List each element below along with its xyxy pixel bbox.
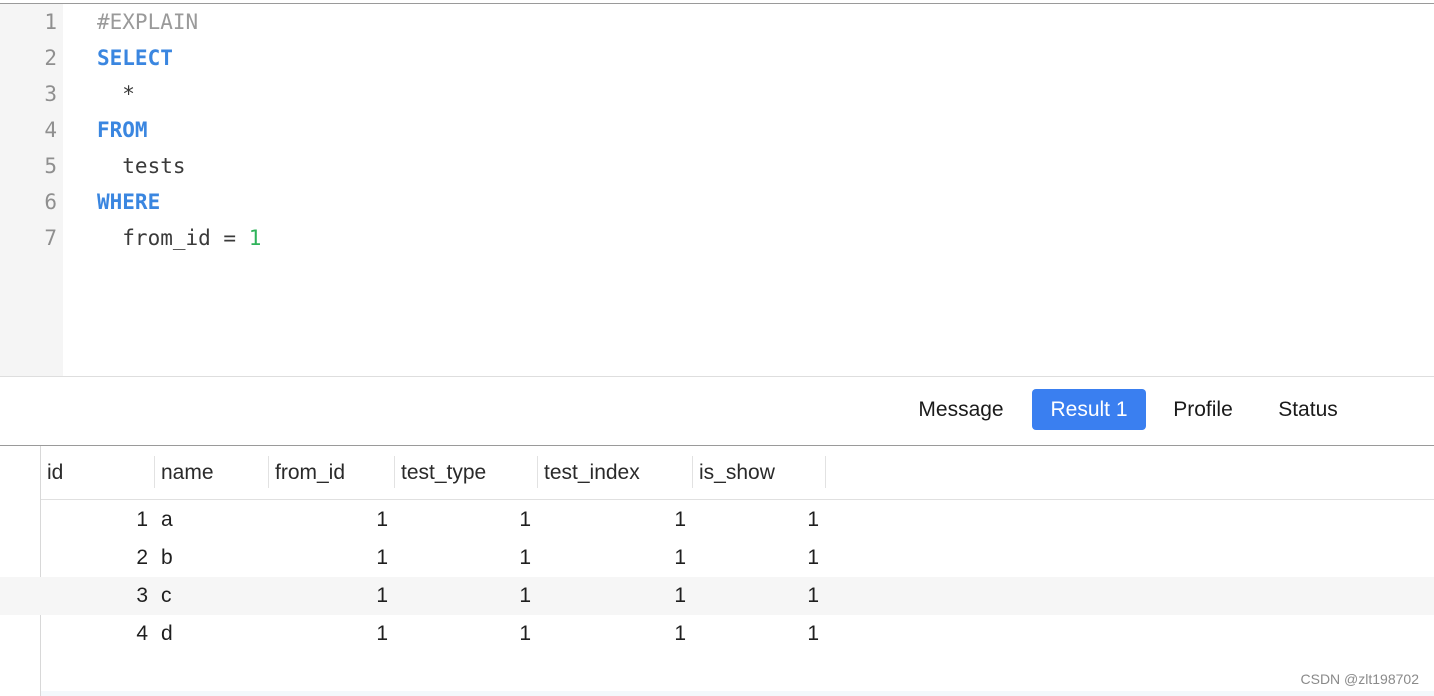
cell-name[interactable]: d (155, 615, 268, 653)
code-line[interactable]: #EXPLAIN (97, 4, 198, 40)
column-header-from-id[interactable]: from_id (269, 446, 394, 499)
cell-test-type[interactable]: 1 (395, 615, 531, 653)
tab-result-1[interactable]: Result 1 (1032, 389, 1146, 430)
sql-keyword-token: WHERE (97, 190, 161, 214)
cell-test-index[interactable]: 1 (538, 539, 686, 577)
cell-id[interactable]: 3 (41, 577, 148, 615)
line-number: 1 (44, 10, 57, 34)
cell-is-show[interactable]: 1 (693, 539, 819, 577)
code-line[interactable]: from_id = 1 (97, 220, 261, 256)
watermark: CSDN @zlt198702 (1300, 671, 1420, 687)
table-row[interactable]: 2b1111 (0, 539, 1434, 577)
cell-test-type[interactable]: 1 (395, 539, 531, 577)
sql-keyword-token: FROM (97, 118, 148, 142)
tab-profile[interactable]: Profile (1156, 389, 1250, 430)
result-tabs-bar: Message Result 1 Profile Status (0, 377, 1434, 445)
cell-id[interactable]: 4 (41, 615, 148, 653)
cell-name[interactable]: a (155, 501, 268, 539)
sql-comment-token: #EXPLAIN (97, 10, 199, 34)
cell-name[interactable]: b (155, 539, 268, 577)
line-number: 6 (44, 190, 57, 214)
cell-is-show[interactable]: 1 (693, 615, 819, 653)
cell-from-id[interactable]: 1 (269, 539, 388, 577)
grid-header-row: id name from_id test_type test_index is_… (41, 446, 1434, 500)
line-number: 4 (44, 118, 57, 142)
sql-ident-token: from_id = (97, 226, 249, 250)
code-line[interactable]: FROM (97, 112, 148, 148)
table-row[interactable]: 3c1111 (0, 577, 1434, 615)
line-number: 3 (44, 82, 57, 106)
cell-test-index[interactable]: 1 (538, 501, 686, 539)
cell-test-type[interactable]: 1 (395, 501, 531, 539)
code-line[interactable]: tests (97, 148, 186, 184)
column-header-name[interactable]: name (155, 446, 268, 499)
sql-ident-token: * (97, 82, 135, 106)
cell-test-index[interactable]: 1 (538, 615, 686, 653)
table-row[interactable]: 4d1111 (0, 615, 1434, 653)
column-resize-handle[interactable] (825, 456, 826, 488)
tab-status[interactable]: Status (1260, 389, 1356, 430)
cell-is-show[interactable]: 1 (693, 501, 819, 539)
cell-from-id[interactable]: 1 (269, 615, 388, 653)
cell-id[interactable]: 1 (41, 501, 148, 539)
line-number-gutter: 1 2 3 4 5 6 7 (0, 4, 63, 376)
sql-editor[interactable]: 1234567 #EXPLAIN SELECT * FROM tests WHERE … (0, 4, 1434, 376)
column-header-id[interactable]: id (41, 446, 154, 499)
column-header-test-type[interactable]: test_type (395, 446, 537, 499)
sql-keyword-token: SELECT (97, 46, 173, 70)
result-grid[interactable]: id name from_id test_type test_index is_… (0, 446, 1434, 696)
code-line[interactable]: WHERE (97, 184, 160, 220)
line-number: 2 (44, 46, 57, 70)
line-number: 5 (44, 154, 57, 178)
line-number: 7 (44, 226, 57, 250)
cell-test-index[interactable]: 1 (538, 577, 686, 615)
cell-from-id[interactable]: 1 (269, 577, 388, 615)
code-line[interactable]: * (97, 76, 135, 112)
cell-id[interactable]: 2 (41, 539, 148, 577)
sql-ident-token: tests (97, 154, 186, 178)
cell-is-show[interactable]: 1 (693, 577, 819, 615)
column-header-test-index[interactable]: test_index (538, 446, 692, 499)
cell-test-type[interactable]: 1 (395, 577, 531, 615)
code-line[interactable]: SELECT (97, 40, 173, 76)
grid-footer-strip (41, 691, 1434, 696)
sql-number-token: 1 (248, 226, 262, 250)
cell-name[interactable]: c (155, 577, 268, 615)
tab-message[interactable]: Message (898, 389, 1024, 430)
column-header-is-show[interactable]: is_show (693, 446, 825, 499)
cell-from-id[interactable]: 1 (269, 501, 388, 539)
table-row[interactable]: 1a1111 (0, 501, 1434, 539)
